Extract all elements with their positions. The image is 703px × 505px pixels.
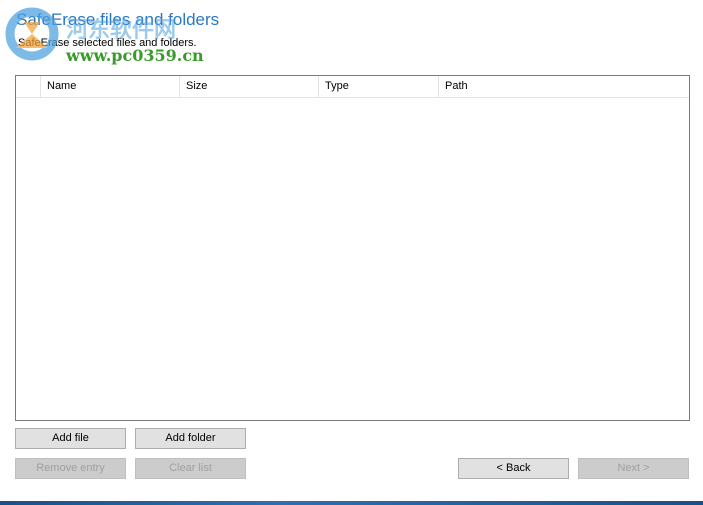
table-header: Name Size Type Path [16, 76, 689, 98]
clear-list-button[interactable]: Clear list [135, 458, 246, 479]
remove-entry-button[interactable]: Remove entry [15, 458, 126, 479]
file-list[interactable]: Name Size Type Path [15, 75, 690, 421]
column-header-path[interactable]: Path [439, 76, 689, 97]
add-folder-button[interactable]: Add folder [135, 428, 246, 449]
window-bottom-border [0, 501, 703, 505]
watermark-logo-icon [5, 7, 59, 61]
table-body[interactable] [16, 98, 689, 420]
watermark-url: www.pc0359.cn [66, 46, 204, 65]
watermark-text: 河东软件网 [66, 18, 177, 43]
add-file-button[interactable]: Add file [15, 428, 126, 449]
column-header-name[interactable]: Name [41, 76, 180, 97]
back-button[interactable]: < Back [458, 458, 569, 479]
column-header-type[interactable]: Type [319, 76, 439, 97]
next-button[interactable]: Next > [578, 458, 689, 479]
column-header-size[interactable]: Size [180, 76, 319, 97]
column-header-checkbox[interactable] [16, 76, 41, 97]
